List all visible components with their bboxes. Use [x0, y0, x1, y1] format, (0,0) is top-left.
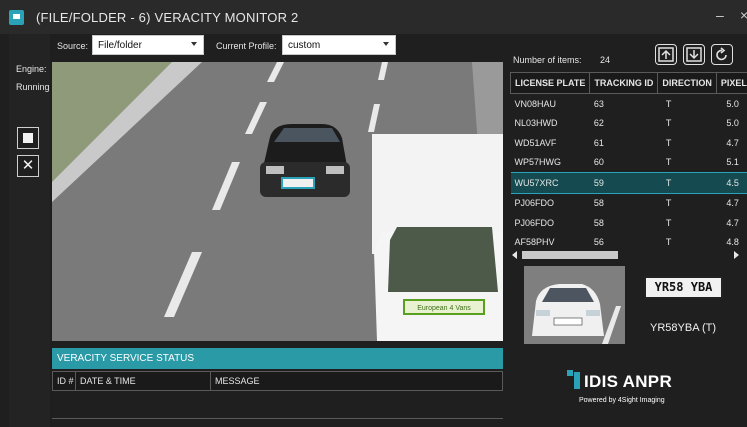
column-header-tracking-id[interactable]: TRACKING ID [589, 72, 659, 94]
tools-icon: ✕ [21, 157, 35, 174]
pixel-mm-cell: 5.0 [726, 118, 739, 129]
chevron-down-icon [383, 42, 389, 46]
source-select[interactable]: File/folder [92, 35, 204, 55]
profile-label: Current Profile: [216, 41, 277, 51]
vehicle-crop-scene [524, 266, 625, 344]
pixel-mm-cell: 5.0 [726, 98, 739, 109]
car [260, 124, 350, 197]
direction-cell: T [665, 237, 672, 248]
pixel-mm-cell: 4.7 [726, 198, 739, 209]
items-count-value: 24 [600, 55, 611, 65]
profile-select[interactable]: custom [282, 35, 396, 55]
plate-cell: VN08HAU [514, 98, 557, 109]
items-table: LICENSE PLATE TRACKING ID DIRECTION PIXE… [510, 72, 747, 250]
pixel-mm-cell: 4.7 [726, 217, 739, 228]
refresh-icon [716, 47, 727, 61]
table-row[interactable]: PJ06FDO 58 T 4.7 U [511, 193, 747, 213]
profile-value: custom [288, 40, 321, 51]
tracking-id-cell: 59 [589, 172, 658, 194]
road-scene: European 4 Vans [52, 62, 503, 341]
upload-icon [658, 47, 674, 62]
table-row[interactable]: NL03HWD 62 T 5.0 U [511, 114, 747, 134]
close-button[interactable]: × [740, 7, 747, 23]
status-grid-body [52, 391, 503, 419]
engine-label: Engine: [16, 64, 47, 74]
items-table-container: LICENSE PLATE TRACKING ID DIRECTION PIXE… [510, 72, 747, 250]
refresh-button[interactable] [711, 44, 733, 65]
table-row[interactable]: PJ06FDO 58 T 4.7 U [511, 213, 747, 233]
tracking-id-cell: 58 [593, 217, 604, 228]
tools-button[interactable]: ✕ [17, 155, 39, 177]
table-scrollbar[interactable] [510, 250, 747, 260]
vehicle-crop-image [524, 266, 625, 344]
table-row[interactable]: AF58PHV 56 T 4.8 U [511, 233, 747, 251]
column-header-message[interactable]: MESSAGE [211, 372, 502, 390]
logo-mark-icon [567, 370, 580, 389]
table-row[interactable]: WD51AVF 61 T 4.7 U [511, 133, 747, 153]
tracking-id-cell: 61 [593, 137, 604, 148]
source-label: Source: [57, 41, 89, 51]
tracking-id-cell: 62 [593, 118, 604, 129]
download-icon [686, 47, 702, 62]
status-panel-title: VERACITY SERVICE STATUS [57, 353, 195, 364]
plate-cell: WU57XRC [510, 172, 590, 194]
tracking-id-cell: 58 [593, 198, 604, 209]
column-header-direction[interactable]: DIRECTION [657, 72, 717, 94]
plate-cell: NL03HWD [514, 118, 558, 129]
van: European 4 Vans [372, 134, 503, 341]
app-window: (FILE/FOLDER - 6) VERACITY MONITOR 2 – ×… [0, 0, 747, 427]
app-icon [9, 10, 24, 25]
plate-cell: WP57HWG [514, 157, 562, 168]
scroll-left-icon[interactable] [512, 251, 517, 259]
scrollbar-thumb[interactable] [522, 251, 618, 259]
table-row[interactable]: WP57HWG 60 T 5.1 U [511, 153, 747, 173]
plate-cell: WD51AVF [514, 137, 557, 148]
logo-main-text: IDIS ANPR [584, 372, 673, 391]
status-grid-header: ID # DATE & TIME MESSAGE [52, 371, 503, 391]
plate-cell: PJ06FDO [514, 217, 555, 228]
stop-button[interactable] [17, 127, 39, 149]
direction-cell: T [665, 198, 672, 209]
items-count-label: Number of items: [513, 55, 582, 65]
plate-cell: PJ06FDO [514, 198, 555, 209]
source-value: File/folder [98, 40, 142, 51]
direction-cell: T [665, 157, 672, 168]
column-header-datetime[interactable]: DATE & TIME [76, 372, 211, 390]
window-title: (FILE/FOLDER - 6) VERACITY MONITOR 2 [36, 10, 299, 25]
title-bar: (FILE/FOLDER - 6) VERACITY MONITOR 2 – × [0, 0, 747, 34]
status-panel-header: VERACITY SERVICE STATUS [52, 348, 503, 369]
tracking-id-cell: 63 [593, 98, 604, 109]
minimize-button[interactable]: – [716, 7, 724, 23]
column-header-id[interactable]: ID # [53, 372, 76, 390]
table-row[interactable]: VN08HAU 63 T 5.0 U [511, 94, 747, 114]
video-feed: European 4 Vans [52, 62, 503, 341]
chevron-down-icon [191, 42, 197, 46]
plate-cell: AF58PHV [514, 237, 555, 248]
direction-cell: T [665, 137, 672, 148]
direction-cell: T [657, 172, 717, 194]
pixel-mm-cell: 5.1 [726, 157, 739, 168]
tracking-id-cell: 56 [593, 237, 604, 248]
column-header-license-plate[interactable]: LICENSE PLATE [510, 72, 591, 94]
pixel-mm-cell: 4.8 [726, 237, 739, 248]
move-top-button[interactable] [655, 44, 677, 65]
plate-image: YR58 YBA [644, 276, 723, 299]
stop-icon [23, 133, 33, 143]
logo-sub-text: Powered by 4Sight Imaging [579, 397, 665, 404]
van-sign: European 4 Vans [417, 305, 471, 312]
pixel-mm-cell: 4.7 [726, 137, 739, 148]
scroll-right-icon[interactable] [734, 251, 739, 259]
plate-read-result: YR58YBA (T) [650, 322, 717, 334]
engine-state: Running [16, 82, 50, 92]
direction-cell: T [665, 217, 672, 228]
left-toolbar [9, 34, 50, 427]
pixel-mm-cell: 4.5 [716, 172, 747, 194]
save-button[interactable] [683, 44, 705, 65]
direction-cell: T [665, 98, 672, 109]
direction-cell: T [665, 118, 672, 129]
column-header-pixel-mm[interactable]: PIXEL MM [715, 72, 747, 94]
table-row-selected[interactable]: WU57XRC 59 T 4.5 U [510, 172, 747, 194]
tracking-id-cell: 60 [593, 157, 604, 168]
